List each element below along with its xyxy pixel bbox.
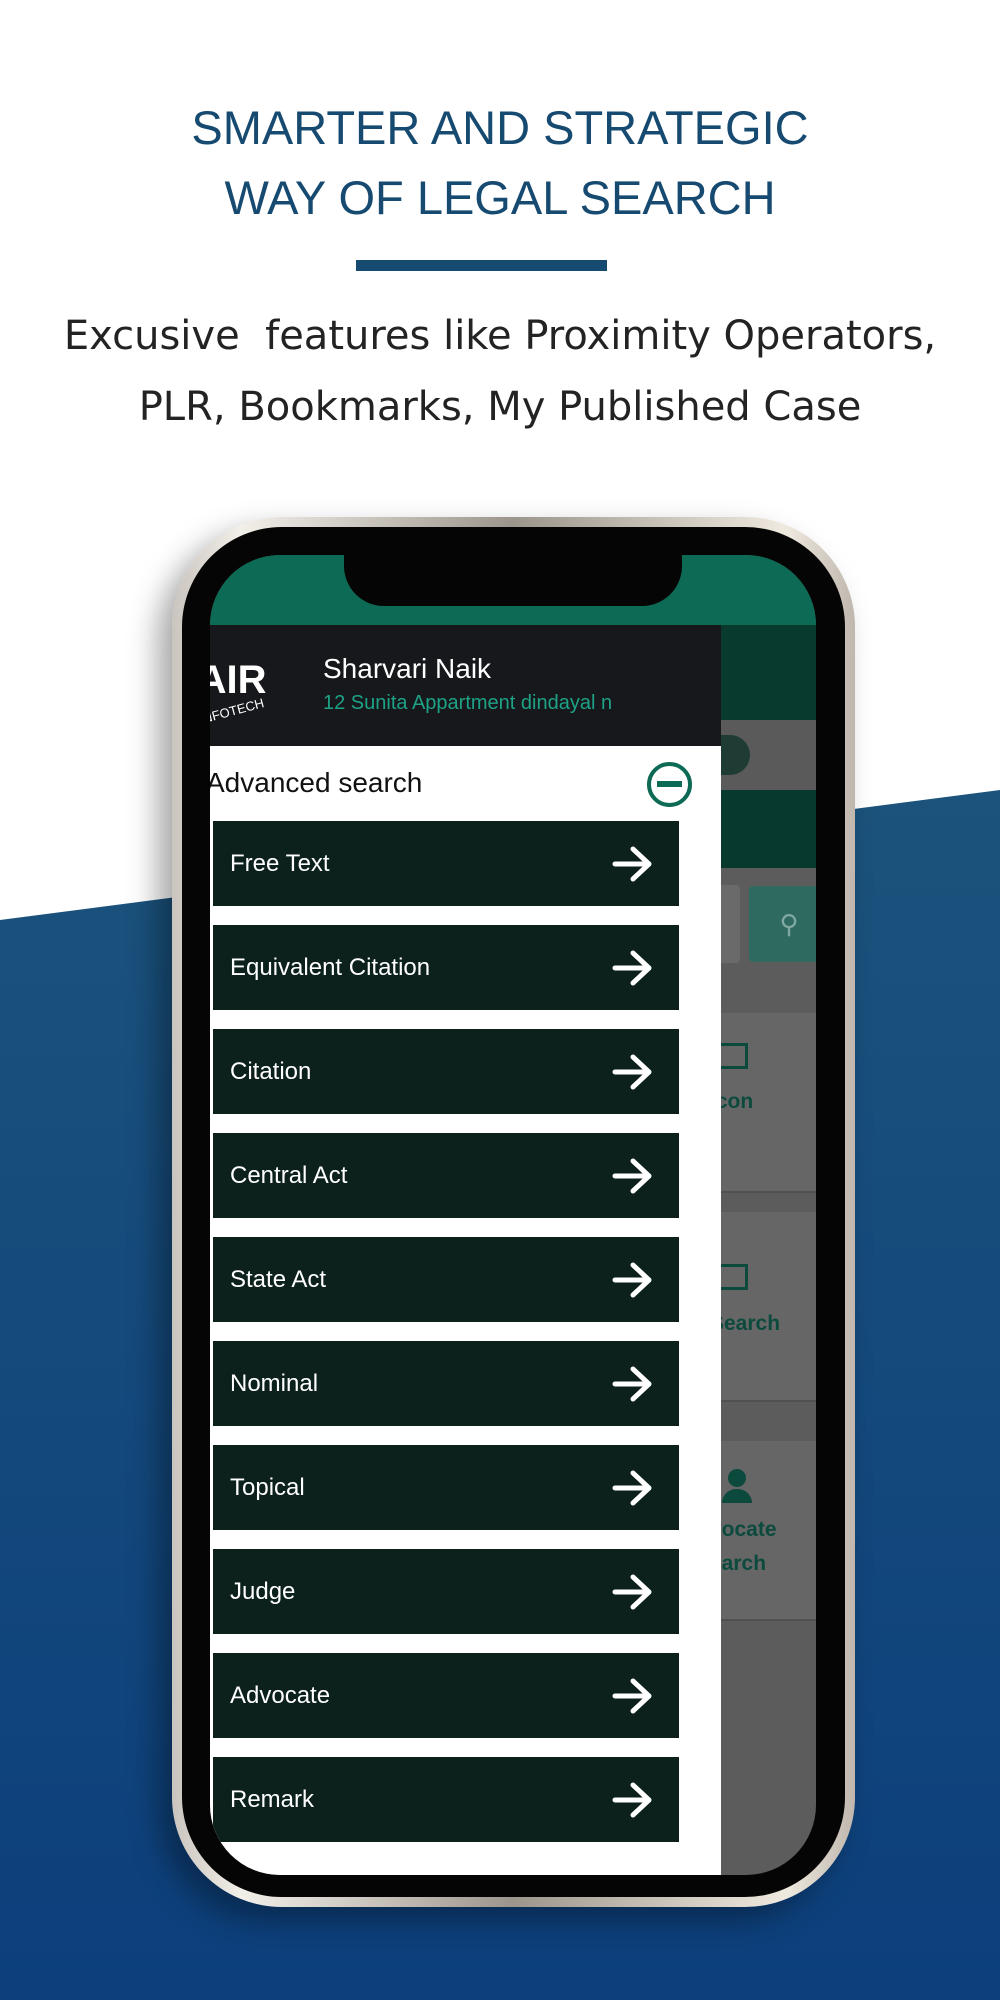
item-label: Topical	[230, 1473, 305, 1501]
search-type-list: Free Text Equivalent Citation Citation Cent…	[213, 821, 679, 1861]
item-label: State Act	[230, 1265, 327, 1293]
arrow-right-icon	[612, 1262, 652, 1297]
air-infotech-logo: AIR NFOTECH	[210, 658, 267, 723]
phone-screen: ⚲ icon Search vocate earch AIR NFOTECH S…	[210, 555, 816, 1875]
search-type-item[interactable]: Central Act	[213, 1133, 679, 1218]
arrow-right-icon	[612, 1678, 652, 1713]
search-type-item[interactable]: Remark	[213, 1757, 679, 1842]
arrow-right-icon	[612, 950, 652, 985]
search-type-item[interactable]: Citation	[213, 1029, 679, 1114]
phone-notch	[344, 555, 682, 606]
search-type-item[interactable]: State Act	[213, 1237, 679, 1322]
item-label: Judge	[230, 1577, 296, 1605]
headline: SMARTER AND STRATEGIC WAY OF LEGAL SEARC…	[0, 93, 1000, 233]
minus-circle-icon[interactable]	[647, 762, 692, 807]
user-address: 12 Sunita Appartment dindayal nagar S	[323, 692, 613, 714]
search-type-item[interactable]: Topical	[213, 1445, 679, 1530]
book-icon	[718, 1043, 748, 1069]
arrow-right-icon	[612, 1470, 652, 1505]
drawer-header: AIR NFOTECH Sharvari Naik 12 Sunita Appa…	[210, 625, 721, 746]
arrow-right-icon	[612, 1574, 652, 1609]
item-label: Advocate	[230, 1681, 331, 1709]
search-type-item[interactable]: Advocate	[213, 1653, 679, 1738]
search-type-item[interactable]: Judge	[213, 1549, 679, 1634]
item-label: Nominal	[230, 1369, 319, 1397]
headline-divider	[356, 260, 607, 271]
search-icon: ⚲	[779, 908, 799, 939]
section-title: Advanced search	[210, 767, 423, 798]
navigation-drawer: AIR NFOTECH Sharvari Naik 12 Sunita Appa…	[210, 625, 721, 1875]
item-label: Citation	[230, 1057, 312, 1085]
arrow-right-icon	[612, 1782, 652, 1817]
subtitle-line-2: PLR, Bookmarks, My Published Case	[138, 384, 862, 430]
arrow-right-icon	[612, 1366, 652, 1401]
subtitle-line-1: Excusive features like Proximity Operato…	[63, 313, 937, 359]
arrow-right-icon	[612, 1158, 652, 1193]
headline-line-2: WAY OF LEGAL SEARCH	[224, 171, 776, 224]
book-icon	[718, 1264, 748, 1290]
person-icon	[722, 1469, 752, 1503]
headline-line-1: SMARTER AND STRATEGIC	[191, 101, 809, 154]
subtitle: Excusive features like Proximity Operato…	[0, 301, 1000, 443]
search-type-item[interactable]: Free Text	[213, 821, 679, 906]
search-type-item[interactable]: Nominal	[213, 1341, 679, 1426]
item-label: Central Act	[230, 1161, 348, 1189]
item-label: Free Text	[230, 849, 330, 877]
search-button: ⚲	[749, 886, 816, 962]
arrow-right-icon	[612, 1054, 652, 1089]
arrow-right-icon	[612, 846, 652, 881]
search-type-item[interactable]: Equivalent Citation	[213, 925, 679, 1010]
user-name: Sharvari Naik	[323, 653, 492, 684]
item-label: Remark	[230, 1785, 315, 1813]
item-label: Equivalent Citation	[230, 953, 431, 981]
